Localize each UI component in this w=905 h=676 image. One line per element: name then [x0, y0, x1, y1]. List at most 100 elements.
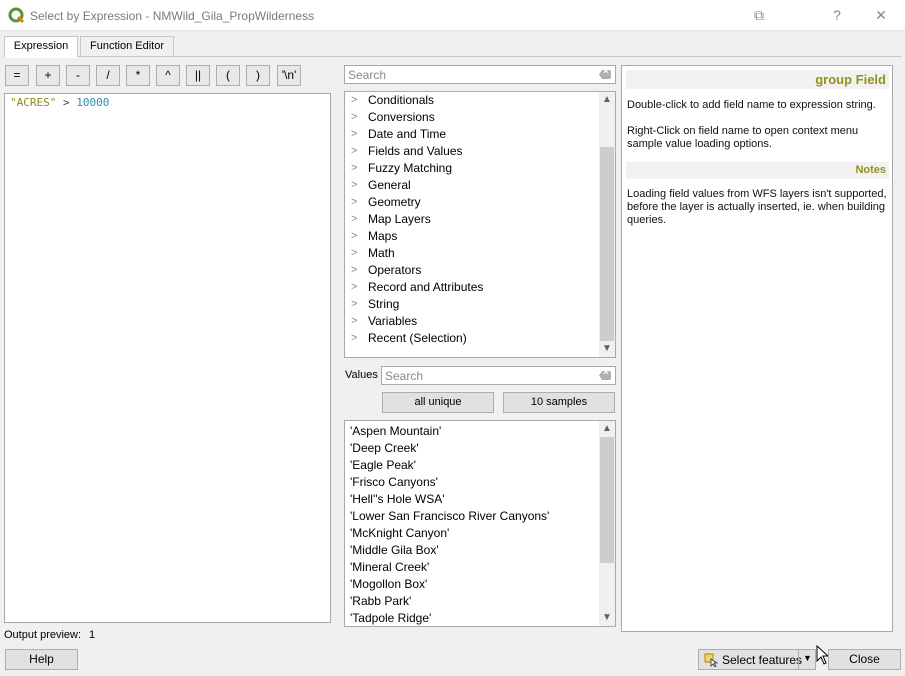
function-group-conditionals[interactable]: > Conditionals	[345, 92, 599, 109]
list-item[interactable]: 'Tadpole Ridge'	[350, 610, 431, 626]
function-group-conversions[interactable]: > Conversions	[345, 109, 599, 126]
tab-function-editor[interactable]: Function Editor	[80, 36, 174, 57]
chevron-right-icon: >	[351, 281, 358, 293]
close-icon[interactable]: ✕	[869, 4, 893, 26]
values-list[interactable]: 'Aspen Mountain' 'Deep Creek' 'Eagle Pea…	[344, 420, 616, 627]
divide-button[interactable]: /	[96, 65, 120, 86]
function-group-recent[interactable]: > Recent (Selection)	[345, 330, 599, 347]
multiply-button[interactable]: *	[126, 65, 150, 86]
notes-body: Loading field values from WFS layers isn…	[627, 188, 887, 226]
function-group-label: Operators	[368, 263, 422, 277]
function-group-string[interactable]: > String	[345, 296, 599, 313]
equals-button[interactable]: =	[5, 65, 29, 86]
function-group-label: General	[368, 178, 411, 192]
function-group-fields-values[interactable]: > Fields and Values	[345, 143, 599, 160]
chevron-right-icon: >	[351, 315, 358, 327]
plus-button[interactable]: +	[36, 65, 60, 86]
list-item[interactable]: 'Frisco Canyons'	[350, 474, 438, 491]
list-item[interactable]: 'Mogollon Box'	[350, 576, 427, 593]
select-features-icon	[704, 653, 718, 667]
ten-samples-button[interactable]: 10 samples	[503, 392, 615, 413]
function-group-label: Conditionals	[368, 93, 435, 107]
list-item[interactable]: 'Middle Gila Box'	[350, 542, 439, 559]
function-group-label: Variables	[368, 314, 418, 328]
function-group-label: Map Layers	[368, 212, 431, 226]
values-search-input[interactable]: Search	[381, 366, 616, 385]
tab-expression[interactable]: Expression	[4, 36, 78, 58]
help-panel: group Field Double-click to add field na…	[621, 65, 893, 632]
expression-editor[interactable]: "ACRES" > 10000	[4, 93, 331, 623]
function-group-label: Conversions	[368, 110, 435, 124]
chevron-right-icon: >	[351, 111, 358, 123]
close-paren-button[interactable]: )	[246, 65, 270, 86]
chevron-right-icon: >	[351, 196, 358, 208]
chevron-down-icon[interactable]: ▼	[798, 649, 816, 670]
scroll-down-icon[interactable]: ▼	[599, 610, 615, 626]
values-label: Values	[345, 369, 378, 381]
function-group-fuzzy-matching[interactable]: > Fuzzy Matching	[345, 160, 599, 177]
chevron-right-icon: >	[351, 94, 358, 106]
clear-search-icon[interactable]	[599, 70, 611, 79]
power-button[interactable]: ^	[156, 65, 180, 86]
function-group-geometry[interactable]: > Geometry	[345, 194, 599, 211]
values-list-scrollbar[interactable]: ▲ ▼	[599, 421, 615, 626]
function-tree-scrollbar[interactable]: ▲ ▼	[599, 92, 615, 357]
expression-field-token: "ACRES"	[10, 96, 57, 109]
function-group-date-time[interactable]: > Date and Time	[345, 126, 599, 143]
qgis-logo-icon	[8, 7, 25, 24]
list-item[interactable]: 'McKnight Canyon'	[350, 525, 449, 542]
scrollbar-thumb[interactable]	[600, 147, 614, 341]
minus-button[interactable]: -	[66, 65, 90, 86]
concat-button[interactable]: ||	[186, 65, 210, 86]
scrollbar-thumb[interactable]	[600, 437, 614, 563]
function-search-input[interactable]: Search	[344, 65, 616, 84]
chevron-right-icon: >	[351, 264, 358, 276]
function-group-label: Fuzzy Matching	[368, 161, 453, 175]
restore-icon[interactable]: ⧉	[747, 4, 771, 26]
expression-operator-token: >	[62, 96, 70, 109]
output-preview-label: Output preview:	[4, 629, 82, 641]
tab-divider	[4, 56, 901, 57]
title-bar: Select by Expression - NMWild_Gila_PropW…	[0, 0, 905, 31]
list-item[interactable]: 'Hell''s Hole WSA'	[350, 491, 445, 508]
function-group-label: Recent (Selection)	[368, 331, 467, 345]
list-item[interactable]: 'Mineral Creek'	[350, 559, 429, 576]
function-group-variables[interactable]: > Variables	[345, 313, 599, 330]
chevron-right-icon: >	[351, 128, 358, 140]
help-button[interactable]: Help	[5, 649, 78, 670]
output-preview-value: 1	[89, 629, 96, 641]
list-item[interactable]: 'Deep Creek'	[350, 440, 419, 457]
function-group-maps[interactable]: > Maps	[345, 228, 599, 245]
help-icon[interactable]: ?	[825, 4, 849, 26]
scroll-up-icon[interactable]: ▲	[599, 421, 615, 437]
list-item[interactable]: 'Eagle Peak'	[350, 457, 416, 474]
window-title: Select by Expression - NMWild_Gila_PropW…	[30, 9, 315, 23]
list-item[interactable]: 'Rabb Park'	[350, 593, 411, 610]
function-group-record-attributes[interactable]: > Record and Attributes	[345, 279, 599, 296]
list-item[interactable]: 'Aspen Mountain'	[350, 423, 441, 440]
all-unique-button[interactable]: all unique	[382, 392, 494, 413]
clear-search-icon[interactable]	[599, 371, 611, 380]
chevron-right-icon: >	[351, 145, 358, 157]
help-body-2: Right-Click on field name to open contex…	[627, 125, 859, 150]
open-paren-button[interactable]: (	[216, 65, 240, 86]
close-button[interactable]: Close	[828, 649, 901, 670]
scroll-up-icon[interactable]: ▲	[599, 92, 615, 108]
expression-number-token: 10000	[76, 96, 110, 109]
function-tree[interactable]: > Conditionals > Conversions > Date and Tim…	[344, 91, 616, 358]
select-features-label: Select features	[722, 653, 803, 667]
values-search-placeholder: Search	[385, 369, 424, 383]
function-group-label: Date and Time	[368, 127, 447, 141]
chevron-right-icon: >	[351, 247, 358, 259]
function-group-map-layers[interactable]: > Map Layers	[345, 211, 599, 228]
list-item[interactable]: 'Lower San Francisco River Canyons'	[350, 508, 549, 525]
output-preview: Output preview: 1	[4, 629, 95, 641]
newline-button[interactable]: '\n'	[277, 65, 301, 86]
function-search-placeholder: Search	[348, 68, 387, 82]
function-group-math[interactable]: > Math	[345, 245, 599, 262]
function-group-general[interactable]: > General	[345, 177, 599, 194]
chevron-right-icon: >	[351, 179, 358, 191]
help-title: group Field	[626, 70, 889, 89]
scroll-down-icon[interactable]: ▼	[599, 341, 615, 357]
function-group-operators[interactable]: > Operators	[345, 262, 599, 279]
